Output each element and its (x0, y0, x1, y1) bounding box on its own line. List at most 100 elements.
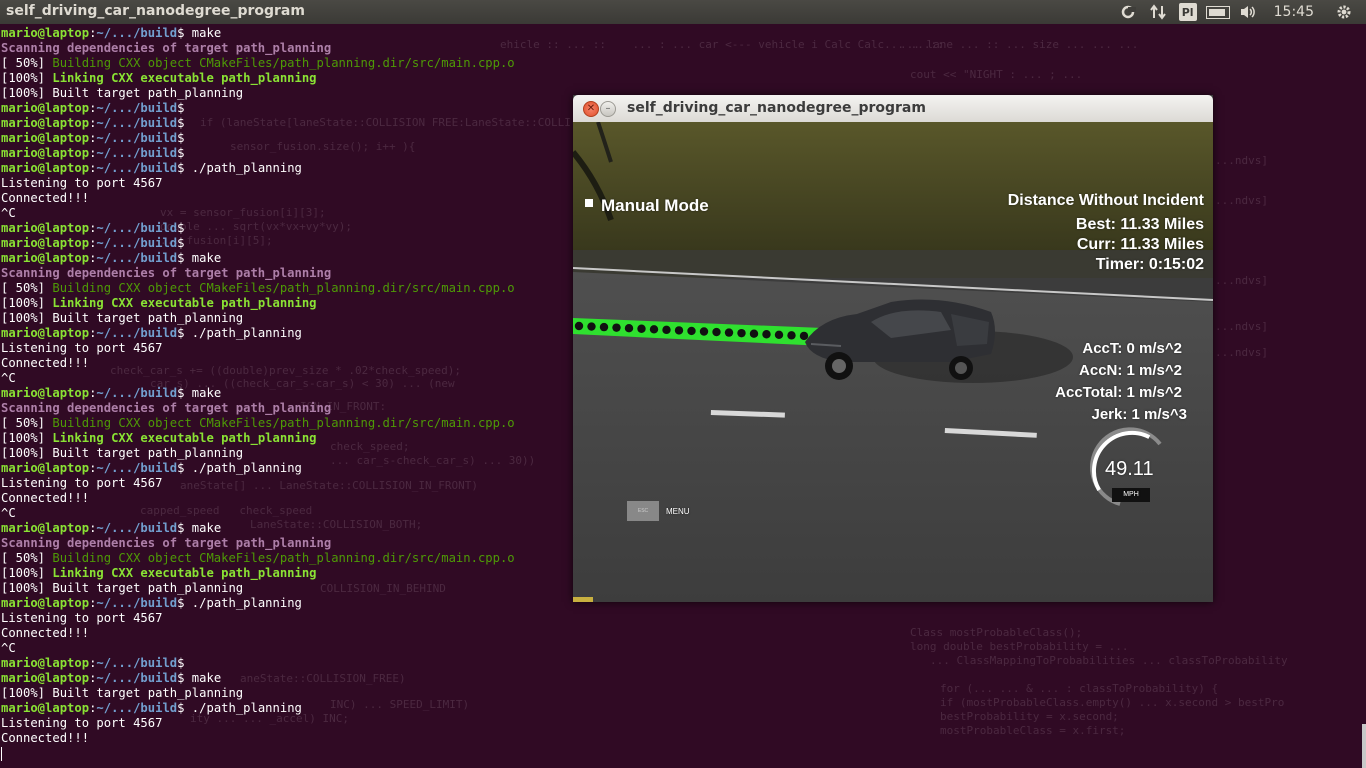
progress-prefix: [100%] (1, 431, 53, 445)
terminal-line: ^C (1, 371, 515, 386)
terminal-scrollbar[interactable] (1362, 724, 1366, 768)
terminal-line: [100%] Linking CXX executable path_plann… (1, 71, 515, 86)
progress-prefix: [100%] (1, 71, 53, 85)
output-text: Listening to port 4567 (1, 176, 163, 190)
prompt-user: mario@laptop (1, 521, 90, 535)
terminal-line: [ 50%] Building CXX object CMakeFiles/pa… (1, 56, 515, 71)
dropbox-icon[interactable] (1116, 0, 1140, 24)
speed-readout: 49.11 (1105, 458, 1154, 480)
prompt-user: mario@laptop (1, 251, 90, 265)
prompt-path: ~/.../build (96, 671, 178, 685)
prompt-user: mario@laptop (1, 161, 90, 175)
terminal-line: mario@laptop:~/.../build$ make (1, 671, 222, 685)
command-text: make (184, 671, 222, 685)
terminal-line: [100%] Built target path_planning (1, 686, 515, 701)
clock[interactable]: 15:45 (1274, 4, 1314, 20)
command-text: make (184, 251, 222, 265)
top-panel: self_driving_car_nanodegree_program Pl 1… (0, 0, 1366, 24)
prompt-user: mario@laptop (1, 326, 90, 340)
output-text: ^C (1, 371, 16, 385)
gear-icon[interactable] (1332, 0, 1356, 24)
volume-icon[interactable] (1236, 0, 1260, 24)
network-arrows-icon[interactable] (1146, 0, 1170, 24)
terminal-line: ^C (1, 506, 515, 521)
prompt-path: ~/.../build (96, 101, 178, 115)
path-waypoint (674, 326, 684, 335)
command-text: ./path_planning (184, 161, 302, 175)
keyboard-layout-indicator[interactable]: Pl (1176, 0, 1200, 24)
output-text: [100%] Built target path_planning (1, 581, 244, 595)
build-step-text: Building CXX object CMakeFiles/path_plan… (52, 551, 515, 565)
terminal-line: [100%] Built target path_planning (1, 86, 515, 101)
prompt-user: mario@laptop (1, 596, 90, 610)
menu-label[interactable]: MENU (666, 507, 690, 516)
distance-title: Distance Without Incident (1007, 192, 1204, 209)
output-text: [100%] Built target path_planning (1, 686, 244, 700)
manual-mode-label: Manual Mode (601, 196, 709, 215)
prompt-path: ~/.../build (96, 326, 178, 340)
terminal-line: mario@laptop:~/.../build$ ./path_plannin… (1, 701, 302, 715)
prompt-user: mario@laptop (1, 131, 90, 145)
terminal-line: mario@laptop:~/.../build$ (1, 116, 185, 130)
terminal-line: [ 50%] Building CXX object CMakeFiles/pa… (1, 281, 515, 296)
simulator-viewport[interactable]: Manual Mode Distance Without Incident Be… (573, 122, 1213, 602)
prompt-path: ~/.../build (96, 701, 178, 715)
prompt-path: ~/.../build (96, 116, 178, 130)
terminal-line: Listening to port 4567 (1, 611, 515, 626)
path-waypoint (749, 329, 759, 338)
path-waypoint (737, 328, 746, 338)
esc-button[interactable]: ESC (627, 501, 659, 521)
minimize-icon[interactable]: – (600, 101, 616, 117)
path-waypoint (724, 328, 734, 337)
output-text: Connected!!! (1, 191, 90, 205)
battery-icon[interactable] (1205, 0, 1230, 24)
active-window-title: self_driving_car_nanodegree_program (6, 3, 305, 19)
acc-t-readout: AccT: 0 m/s^2 (1082, 340, 1182, 357)
terminal-line: [ 50%] Building CXX object CMakeFiles/pa… (1, 416, 515, 431)
terminal-line: [ 50%] Building CXX object CMakeFiles/pa… (1, 551, 515, 566)
terminal-line: mario@laptop:~/.../build$ (1, 101, 185, 115)
prompt-path: ~/.../build (96, 251, 178, 265)
prompt-user: mario@laptop (1, 116, 90, 130)
terminal-output: mario@laptop:~/.../build$ make Scanning d… (1, 26, 515, 761)
terminal-line: [100%] Built target path_planning (1, 311, 515, 326)
progress-prefix: [ 50%] (1, 281, 53, 295)
terminal-line: Connected!!! (1, 191, 515, 206)
prompt-user: mario@laptop (1, 236, 90, 250)
output-text: [100%] Built target path_planning (1, 446, 244, 460)
output-text: Connected!!! (1, 356, 90, 370)
output-text: Connected!!! (1, 626, 90, 640)
terminal-line: mario@laptop:~/.../build$ make (1, 386, 222, 400)
terminal-line: mario@laptop:~/.../build$ make (1, 26, 222, 40)
prompt-user: mario@laptop (1, 461, 90, 475)
best-distance: Best: 11.33 Miles (1075, 216, 1204, 233)
scan-text: Scanning dependencies of target path_pla… (1, 536, 332, 550)
current-distance: Curr: 11.33 Miles (1076, 236, 1204, 253)
build-step-text: Linking CXX executable path_planning (52, 296, 317, 310)
prompt-user: mario@laptop (1, 26, 90, 40)
simulator-titlebar[interactable]: ✕ – self_driving_car_nanodegree_program (573, 95, 1213, 122)
mode-checkbox[interactable] (585, 199, 593, 207)
command-text: ./path_planning (184, 461, 302, 475)
timer: Timer: 0:15:02 (1095, 256, 1204, 273)
progress-prefix: [100%] (1, 566, 53, 580)
path-waypoint (687, 326, 696, 336)
build-step-text: Building CXX object CMakeFiles/path_plan… (52, 56, 515, 70)
terminal-line: mario@laptop:~/.../build$ make (1, 251, 222, 265)
prompt-path: ~/.../build (96, 386, 178, 400)
simulator-window[interactable]: ✕ – self_driving_car_nanodegree_program (573, 95, 1213, 602)
output-text: [100%] Built target path_planning (1, 311, 244, 325)
path-waypoint (599, 322, 609, 332)
build-step-text: Building CXX object CMakeFiles/path_plan… (52, 281, 515, 295)
command-text: ./path_planning (184, 596, 302, 610)
manual-mode-indicator[interactable]: Manual Mode (585, 196, 709, 216)
build-step-text: Linking CXX executable path_planning (52, 71, 317, 85)
terminal-line: mario@laptop:~/.../build$ (1, 221, 185, 235)
terminal-line: [100%] Built target path_planning (1, 581, 515, 596)
command-text: ./path_planning (184, 701, 302, 715)
terminal-line: Scanning dependencies of target path_pla… (1, 266, 515, 281)
command-text: make (184, 386, 222, 400)
path-waypoint (762, 330, 771, 339)
output-text: ^C (1, 206, 16, 220)
close-icon[interactable]: ✕ (583, 101, 599, 117)
